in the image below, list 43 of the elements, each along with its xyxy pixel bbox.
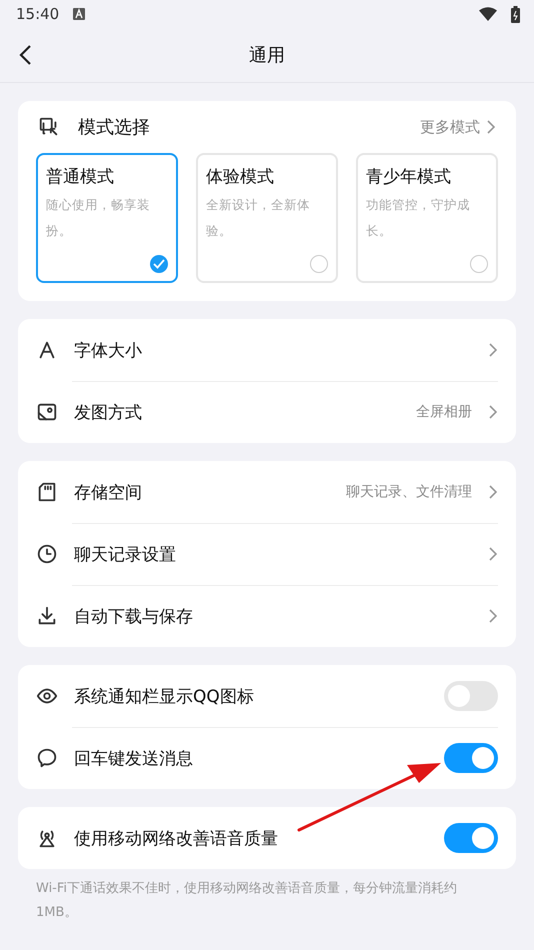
- clock-icon: [36, 543, 58, 565]
- setting-value: 聊天记录、文件清理: [346, 483, 472, 501]
- more-modes-link[interactable]: 更多模式: [420, 118, 496, 136]
- back-icon: [18, 44, 32, 66]
- chevron-right-icon: [488, 484, 498, 500]
- mode-description: 功能管控，守护成长。: [366, 196, 471, 240]
- setting-label: 存储空间: [74, 482, 143, 504]
- battery-icon: [511, 6, 520, 22]
- chat-bubble-icon: [36, 747, 58, 769]
- image-icon: [36, 401, 58, 423]
- setting-label: 回车键发送消息: [74, 748, 194, 770]
- sd-card-icon: [36, 481, 58, 503]
- setting-label: 发图方式: [74, 402, 143, 424]
- wifi-icon: [479, 7, 497, 21]
- mode-name: 青少年模式: [366, 166, 452, 188]
- download-icon: [36, 605, 58, 627]
- setting-value: 全屏相册: [416, 403, 472, 421]
- chevron-right-icon: [488, 342, 498, 358]
- setting-label: 聊天记录设置: [74, 544, 177, 566]
- mode-name: 体验模式: [206, 166, 275, 188]
- mode-description: 全新设计，全新体验。: [206, 196, 311, 240]
- section-title: 模式选择: [78, 116, 151, 139]
- footnote: Wi-Fi下通话效果不佳时，使用移动网络改善语音质量，每分钟流量消耗约1MB。: [35, 880, 458, 922]
- status-time: 15:40: [16, 5, 60, 23]
- setting-label: 系统通知栏显示QQ图标: [74, 686, 255, 708]
- chevron-right-icon: [488, 608, 498, 624]
- toggle-switch[interactable]: [444, 823, 498, 853]
- toggle-switch[interactable]: [444, 681, 498, 711]
- mode-option[interactable]: 体验模式 全新设计，全新体验。: [196, 153, 338, 283]
- setting-label: 使用移动网络改善语音质量: [74, 828, 279, 850]
- mode-name: 普通模式: [46, 166, 115, 188]
- chevron-right-icon: [486, 119, 496, 135]
- mode-option[interactable]: 青少年模式 功能管控，守护成长。: [356, 153, 498, 283]
- chevron-right-icon: [488, 404, 498, 420]
- setting-label: 字体大小: [74, 340, 143, 362]
- toggle-switch[interactable]: [444, 743, 498, 773]
- mode-description: 随心使用，畅享装扮。: [46, 196, 151, 240]
- page-title: 通用: [249, 44, 285, 67]
- notification-icon: [73, 8, 86, 20]
- chevron-right-icon: [488, 546, 498, 562]
- setting-label: 自动下载与保存: [74, 606, 194, 628]
- mode-select-icon: [38, 116, 60, 138]
- mode-option[interactable]: 普通模式 随心使用，畅享装扮。: [36, 153, 178, 283]
